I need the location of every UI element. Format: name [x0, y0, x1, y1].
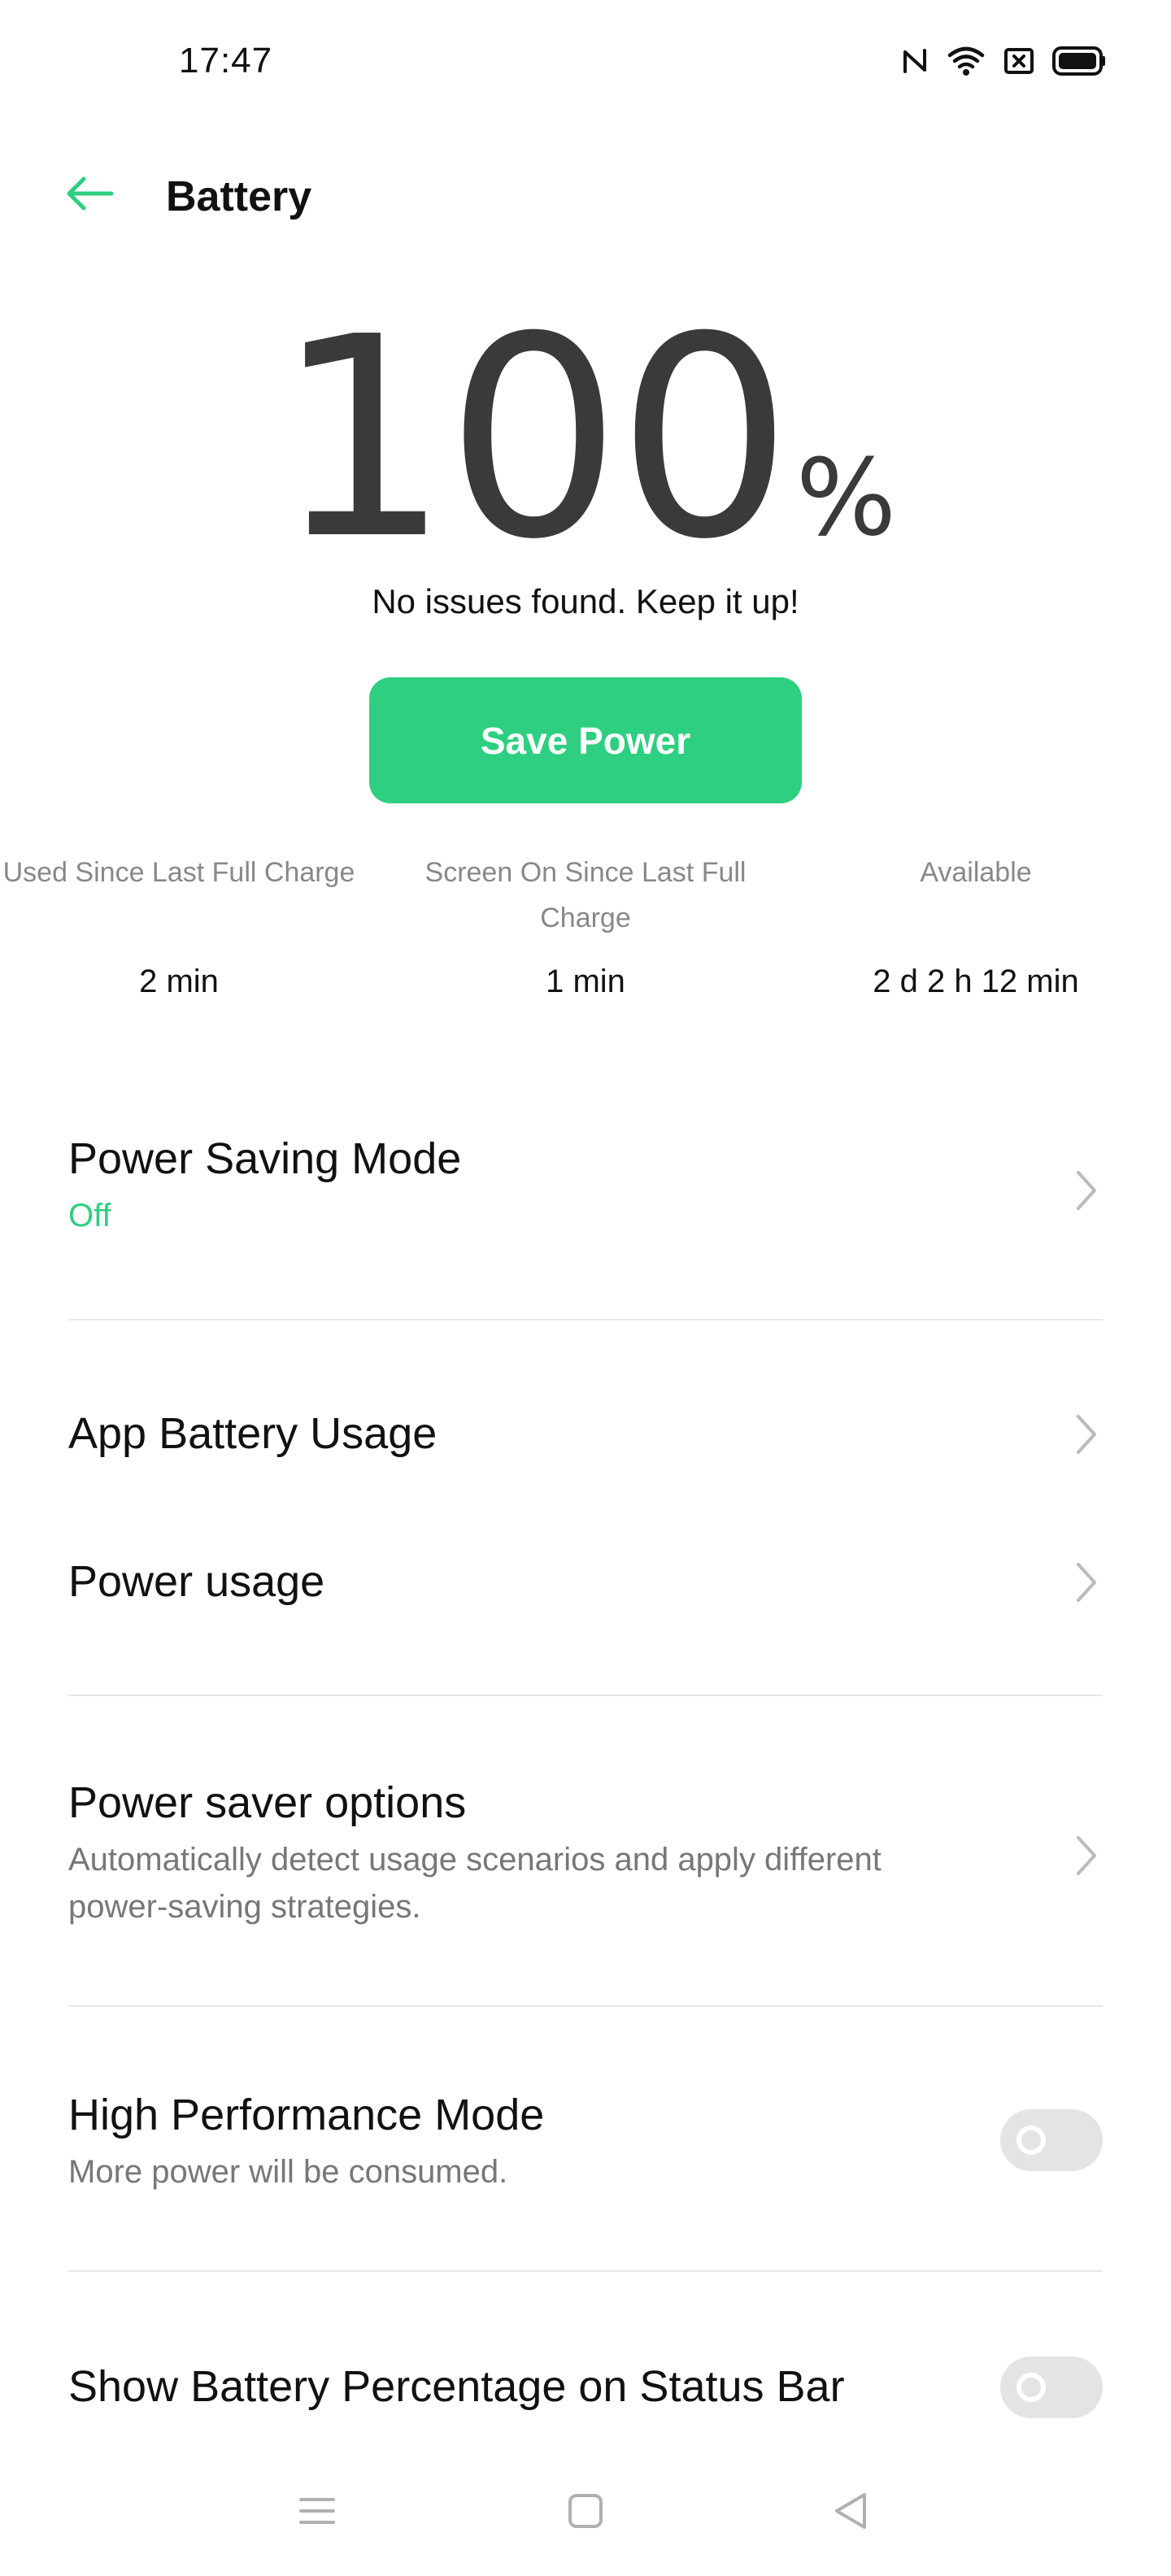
high-performance-mode-row: High Performance Mode More power will be…: [68, 2086, 1103, 2208]
chevron-right-icon: [1077, 1415, 1096, 1454]
row-subtitle: Automatically detect usage scenarios and…: [68, 1842, 882, 1925]
stat-value: 2 d 2 h 12 min: [873, 964, 1079, 999]
battery-stats: Used Since Last Full Charge 2 min Screen…: [0, 850, 1171, 1012]
battery-level-value: 100: [274, 278, 793, 600]
row-title: High Performance Mode: [68, 2091, 545, 2139]
battery-status-message: No issues found. Keep it up!: [372, 582, 799, 620]
divider: [68, 2270, 1103, 2272]
stat-screen-on-since-charge: Screen On Since Last Full Charge 1 min: [398, 850, 773, 999]
navigation-bar: [0, 2456, 1171, 2576]
row-title: Power Saving Mode: [68, 1134, 462, 1183]
divider: [68, 1695, 1103, 1696]
back-triangle-icon: [832, 2491, 869, 2535]
show-battery-percentage-toggle[interactable]: [1000, 2356, 1103, 2418]
battery-full-icon: [1052, 46, 1106, 76]
sim-off-icon: [1003, 47, 1034, 75]
wifi-icon: [947, 46, 986, 76]
home-icon: [567, 2492, 604, 2534]
page-title: Battery: [166, 173, 312, 220]
high-performance-mode-toggle[interactable]: [1000, 2109, 1103, 2171]
stat-label: Screen On Since Last Full Charge: [424, 857, 747, 933]
app-battery-usage-row[interactable]: App Battery Usage: [68, 1405, 1103, 1470]
recents-button[interactable]: [276, 2472, 358, 2553]
arrow-left-icon: [64, 176, 115, 215]
status-icons: [901, 46, 1106, 76]
home-button[interactable]: [545, 2472, 626, 2553]
power-saving-mode-status: Off: [68, 1198, 111, 1234]
row-subtitle: More power will be consumed.: [68, 2154, 508, 2190]
menu-icon: [298, 2495, 337, 2531]
row-title: Power usage: [68, 1557, 325, 1606]
stat-label: Used Since Last Full Charge: [2, 857, 355, 888]
stat-used-since-charge: Used Since Last Full Charge 2 min: [0, 850, 366, 999]
toggle-knob: [1016, 2373, 1046, 2402]
chevron-right-icon: [1077, 1836, 1096, 1875]
row-title: App Battery Usage: [68, 1409, 437, 1458]
stat-value: 2 min: [139, 964, 219, 999]
save-power-button[interactable]: Save Power: [369, 677, 802, 803]
status-bar: 17:47: [0, 0, 1171, 122]
divider: [68, 2005, 1103, 2007]
show-battery-percentage-row: Show Battery Percentage on Status Bar: [68, 2356, 1103, 2423]
chevron-right-icon: [1077, 1563, 1096, 1602]
row-title: Show Battery Percentage on Status Bar: [68, 2362, 845, 2411]
nfc-icon: [901, 46, 929, 76]
stat-value: 1 min: [546, 964, 625, 999]
status-time: 17:47: [179, 41, 273, 80]
divider: [68, 1319, 1103, 1321]
toggle-knob: [1016, 2126, 1046, 2155]
power-saver-options-row[interactable]: Power saver options Automatically detect…: [68, 1774, 1103, 1937]
percent-sign: %: [795, 436, 897, 559]
chevron-right-icon: [1077, 1171, 1096, 1210]
stat-available: Available 2 d 2 h 12 min: [805, 850, 1171, 999]
app-bar: Battery: [0, 154, 1171, 244]
back-button[interactable]: [57, 171, 122, 220]
row-title: Power saver options: [68, 1778, 467, 1827]
power-usage-row[interactable]: Power usage: [68, 1553, 1103, 1618]
power-saving-mode-row[interactable]: Power Saving Mode Off: [68, 1130, 1103, 1260]
back-nav-button[interactable]: [810, 2472, 891, 2553]
stat-label: Available: [920, 857, 1032, 888]
battery-level: 100%: [0, 301, 1171, 577]
